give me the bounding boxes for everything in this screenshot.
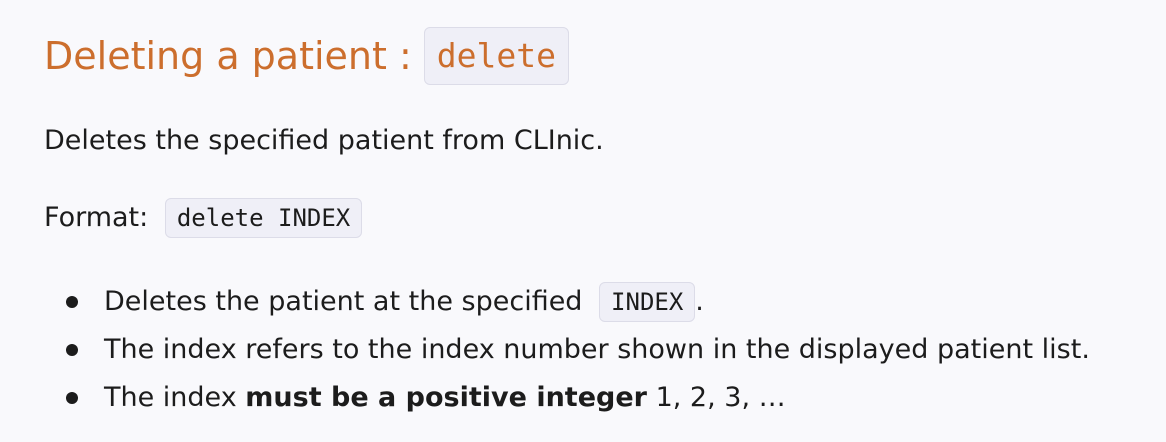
- bullet-list: Deletes the patient at the specified IND…: [44, 278, 1090, 422]
- heading-command-code: delete: [423, 27, 570, 85]
- list-item-text: The index refers to the index number sho…: [104, 334, 1090, 365]
- document: Deleting a patient : delete Deletes the …: [0, 0, 1166, 442]
- format-label: Format:: [44, 202, 149, 233]
- index-code: INDEX: [599, 282, 696, 322]
- list-item: The index refers to the index number sho…: [44, 326, 1090, 374]
- list-item-examples: 1, 2, 3, …: [655, 382, 786, 413]
- list-item-text: Deletes the patient at the specified: [104, 286, 583, 317]
- bullet-dot-icon: [66, 392, 78, 404]
- heading-title: Deleting a patient :: [44, 34, 412, 78]
- emphasis-text: must be a positive integer: [245, 382, 647, 413]
- list-item-text: The index: [104, 382, 237, 413]
- bullet-dot-icon: [66, 344, 78, 356]
- list-item: Deletes the patient at the specified IND…: [44, 278, 1090, 326]
- description-text: Deletes the specified patient from CLIni…: [44, 125, 604, 156]
- list-item: The index must be a positive integer 1, …: [44, 374, 1090, 422]
- list-item-punctuation: .: [695, 286, 704, 317]
- format-line: Format: delete INDEX: [44, 198, 363, 238]
- format-syntax-code: delete INDEX: [164, 198, 363, 238]
- bullet-dot-icon: [66, 296, 78, 308]
- section-heading: Deleting a patient : delete: [44, 26, 570, 86]
